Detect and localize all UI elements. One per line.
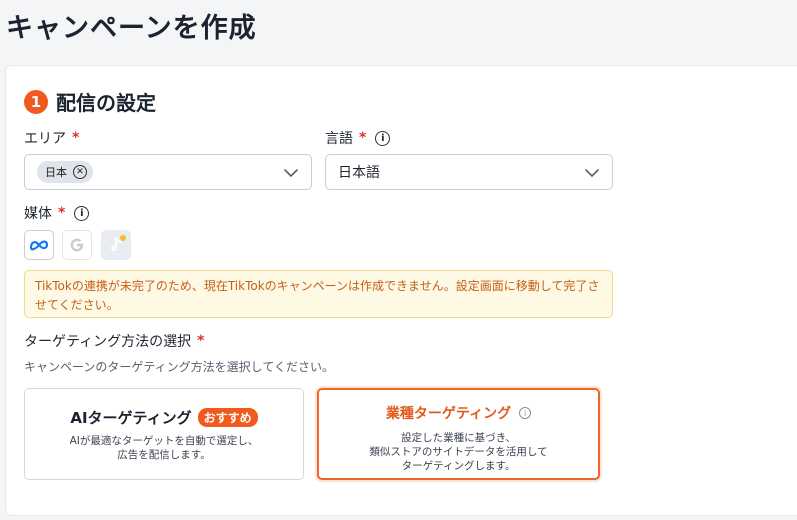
required-mark: * [359,130,367,146]
close-circle-icon[interactable]: ✕ [73,165,87,179]
industry-targeting-title: 業種ターゲティング i [319,403,598,423]
status-dot [120,235,126,241]
chevron-down-icon[interactable] [283,165,299,181]
description-line: 類似ストアのサイトデータを活用して [369,446,548,458]
media-button-meta[interactable] [24,230,54,260]
google-icon [70,238,84,252]
info-icon[interactable]: i [74,205,90,221]
media-label-text: 媒体 [24,206,52,222]
language-select[interactable]: 日本語 [325,154,613,190]
media-button-google[interactable] [62,230,92,260]
recommended-badge: おすすめ [197,408,258,427]
media-button-tiktok[interactable] [101,230,131,260]
ai-targeting-option[interactable]: AIターゲティング おすすめ AIが最適なターゲットを自動で選定し、 広告を配信… [24,388,304,480]
settings-card: 1 配信の設定 エリア * 日本 ✕ 言語 * i 日本語 媒体 * i Tik… [6,66,797,515]
ai-targeting-title-text: AIターゲティング [70,409,192,427]
page-title: キャンペーンを作成 [6,13,257,44]
required-mark: * [58,205,66,221]
required-mark: * [72,130,80,146]
tiktok-warning-banner: TikTokの連携が未完了のため、現在TikTokのキャンペーンは作成できません… [24,270,613,318]
chevron-down-icon[interactable] [584,165,600,181]
area-select[interactable]: 日本 ✕ [24,154,312,190]
description-line: AIが最適なターゲットを自動で選定し、 [69,435,259,447]
description-line: ターゲティングします。 [401,460,516,472]
description-line: 設定した業種に基づき、 [401,432,516,444]
section-header: 1 配信の設定 [24,87,156,116]
language-value: 日本語 [338,165,380,181]
industry-targeting-title-text: 業種ターゲティング [385,406,512,422]
meta-icon [29,240,49,251]
media-label: 媒体 * i [24,203,90,223]
info-icon[interactable]: i [519,407,532,419]
area-label-text: エリア [24,131,66,147]
ai-targeting-description: AIが最適なターゲットを自動で選定し、 広告を配信します。 [25,434,303,462]
targeting-label-text: ターゲティング方法の選択 [24,334,192,350]
ai-targeting-title: AIターゲティング おすすめ [25,407,303,428]
industry-targeting-description: 設定した業種に基づき、 類似ストアのサイトデータを活用して ターゲティングします… [319,431,598,473]
description-line: 広告を配信します。 [117,449,211,461]
section-title: 配信の設定 [56,91,156,115]
area-chip: 日本 ✕ [37,161,93,183]
area-label: エリア * [24,128,79,148]
targeting-label: ターゲティング方法の選択 * [24,331,205,351]
industry-targeting-option[interactable]: 業種ターゲティング i 設定した業種に基づき、 類似ストアのサイトデータを活用し… [317,388,600,480]
step-number-badge: 1 [24,89,48,114]
language-label: 言語 * i [325,128,391,148]
info-icon[interactable]: i [375,130,391,146]
targeting-helper-text: キャンペーンのターゲティング方法を選択してください。 [24,360,334,374]
area-chip-label: 日本 [45,166,67,179]
language-label-text: 言語 [325,131,353,147]
required-mark: * [197,333,205,349]
